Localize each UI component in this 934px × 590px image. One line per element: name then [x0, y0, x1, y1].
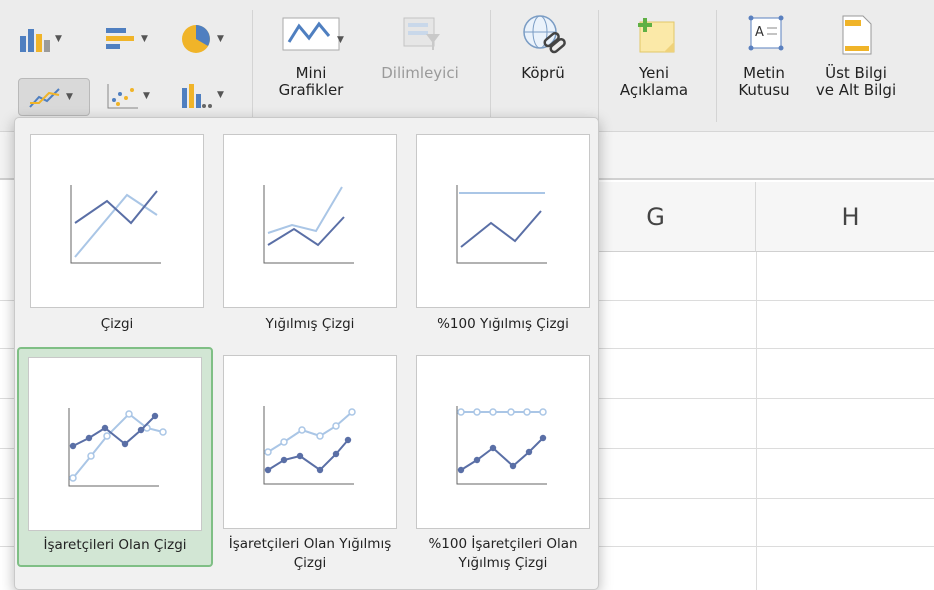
gallery-item-label: %100 Yığılmış Çizgi: [437, 316, 569, 332]
scatter-chart-button[interactable]: ▼: [106, 82, 150, 110]
column-chart-button[interactable]: ▼: [18, 24, 62, 54]
slicer-button[interactable]: Dilimleyici: [370, 12, 470, 82]
mini-charts-label: Mini Grafikler: [278, 64, 344, 99]
gallery-item-line-with-markers[interactable]: İşaretçileri Olan Çizgi: [17, 347, 213, 567]
chevron-down-icon: ▼: [217, 90, 224, 100]
slicer-label: Dilimleyici: [381, 64, 459, 82]
stock-chart-icon: [182, 84, 212, 108]
text-box-icon: A: [726, 12, 802, 60]
svg-text:▼: ▼: [337, 35, 344, 45]
bar-chart-button[interactable]: ▼: [104, 24, 148, 54]
grid-line: [756, 252, 757, 590]
bar-chart-icon: [106, 28, 134, 49]
text-box-button[interactable]: A Metin Kutusu: [726, 12, 802, 99]
ribbon: ▼ ▼ ▼ ▼ ▼ ▼ ▼ Mini Grafikler Dilimleyici…: [0, 0, 934, 132]
slicer-icon: [370, 12, 470, 60]
line-thumbnail: [30, 134, 204, 308]
100-stacked-line-thumbnail: [416, 134, 590, 308]
stacked-line-with-markers-icon: [263, 406, 356, 485]
line-chart-icon: [70, 185, 161, 264]
column-chart-icon: [20, 29, 50, 52]
gallery-item-label: Çizgi: [100, 316, 134, 332]
chevron-down-icon: ▼: [217, 34, 224, 44]
gallery-item-label: İşaretçileri Olan Yığılmış Çizgi: [228, 536, 392, 571]
header-footer-icon: [804, 12, 908, 60]
gallery-item-100-stacked-line[interactable]: %100 Yığılmış Çizgi: [407, 134, 599, 334]
chevron-down-icon: ▼: [55, 34, 62, 44]
globe-link-icon: [502, 12, 584, 60]
stacked-line-markers-thumbnail: [223, 355, 397, 529]
100-stacked-line-icon: [456, 185, 547, 264]
new-comment-icon: [606, 12, 702, 60]
text-box-label: Metin Kutusu: [738, 64, 790, 99]
gallery-item-line[interactable]: Çizgi: [21, 134, 213, 334]
header-footer-button[interactable]: Üst Bilgi ve Alt Bilgi: [804, 12, 908, 99]
stacked-line-thumbnail: [223, 134, 397, 308]
pie-chart-icon: [182, 25, 210, 53]
scatter-chart-icon: [107, 84, 138, 109]
gallery-item-label: İşaretçileri Olan Çizgi: [43, 537, 187, 553]
other-charts-button[interactable]: ▼: [180, 80, 224, 110]
gallery-item-label: Yığılmış Çizgi: [265, 316, 355, 332]
stacked-line-icon: [263, 185, 354, 264]
new-comment-label: Yeni Açıklama: [619, 64, 689, 99]
ribbon-separator: [252, 10, 253, 122]
svg-text:A: A: [755, 25, 764, 40]
pie-chart-button[interactable]: ▼: [180, 22, 224, 56]
chevron-down-icon: ▼: [66, 92, 73, 102]
line-markers-thumbnail: [28, 357, 202, 531]
gallery-item-100-stacked-line-with-markers[interactable]: %100 İşaretçileri Olan Yığılmış Çizgi: [407, 355, 599, 573]
hyperlink-button[interactable]: Köprü: [502, 12, 584, 82]
ribbon-separator: [490, 10, 491, 122]
chevron-down-icon: ▼: [141, 34, 148, 44]
new-comment-button[interactable]: Yeni Açıklama: [606, 12, 702, 99]
column-header-h[interactable]: H: [756, 182, 934, 252]
line-chart-button[interactable]: ▼: [18, 78, 90, 116]
line-with-markers-icon: [68, 408, 167, 487]
line-chart-icon: [29, 88, 60, 108]
100-stacked-line-markers-thumbnail: [416, 355, 590, 529]
gallery-item-stacked-line[interactable]: Yığılmış Çizgi: [214, 134, 406, 334]
header-footer-label: Üst Bilgi ve Alt Bilgi: [815, 64, 897, 99]
mini-charts-button[interactable]: ▼ Mini Grafikler: [266, 12, 356, 99]
gallery-item-label: %100 İşaretçileri Olan Yığılmış Çizgi: [428, 536, 578, 571]
line-chart-gallery: Çizgi Yığılmış Çizgi %100 Yığılmış Çizgi: [14, 117, 599, 590]
chevron-down-icon: ▼: [143, 91, 150, 101]
100-stacked-line-with-markers-icon: [456, 406, 547, 485]
ribbon-separator: [716, 10, 717, 122]
sparkline-icon: ▼: [266, 12, 356, 60]
ribbon-separator: [598, 10, 599, 122]
gallery-item-stacked-line-with-markers[interactable]: İşaretçileri Olan Yığılmış Çizgi: [214, 355, 406, 573]
hyperlink-label: Köprü: [521, 64, 565, 82]
